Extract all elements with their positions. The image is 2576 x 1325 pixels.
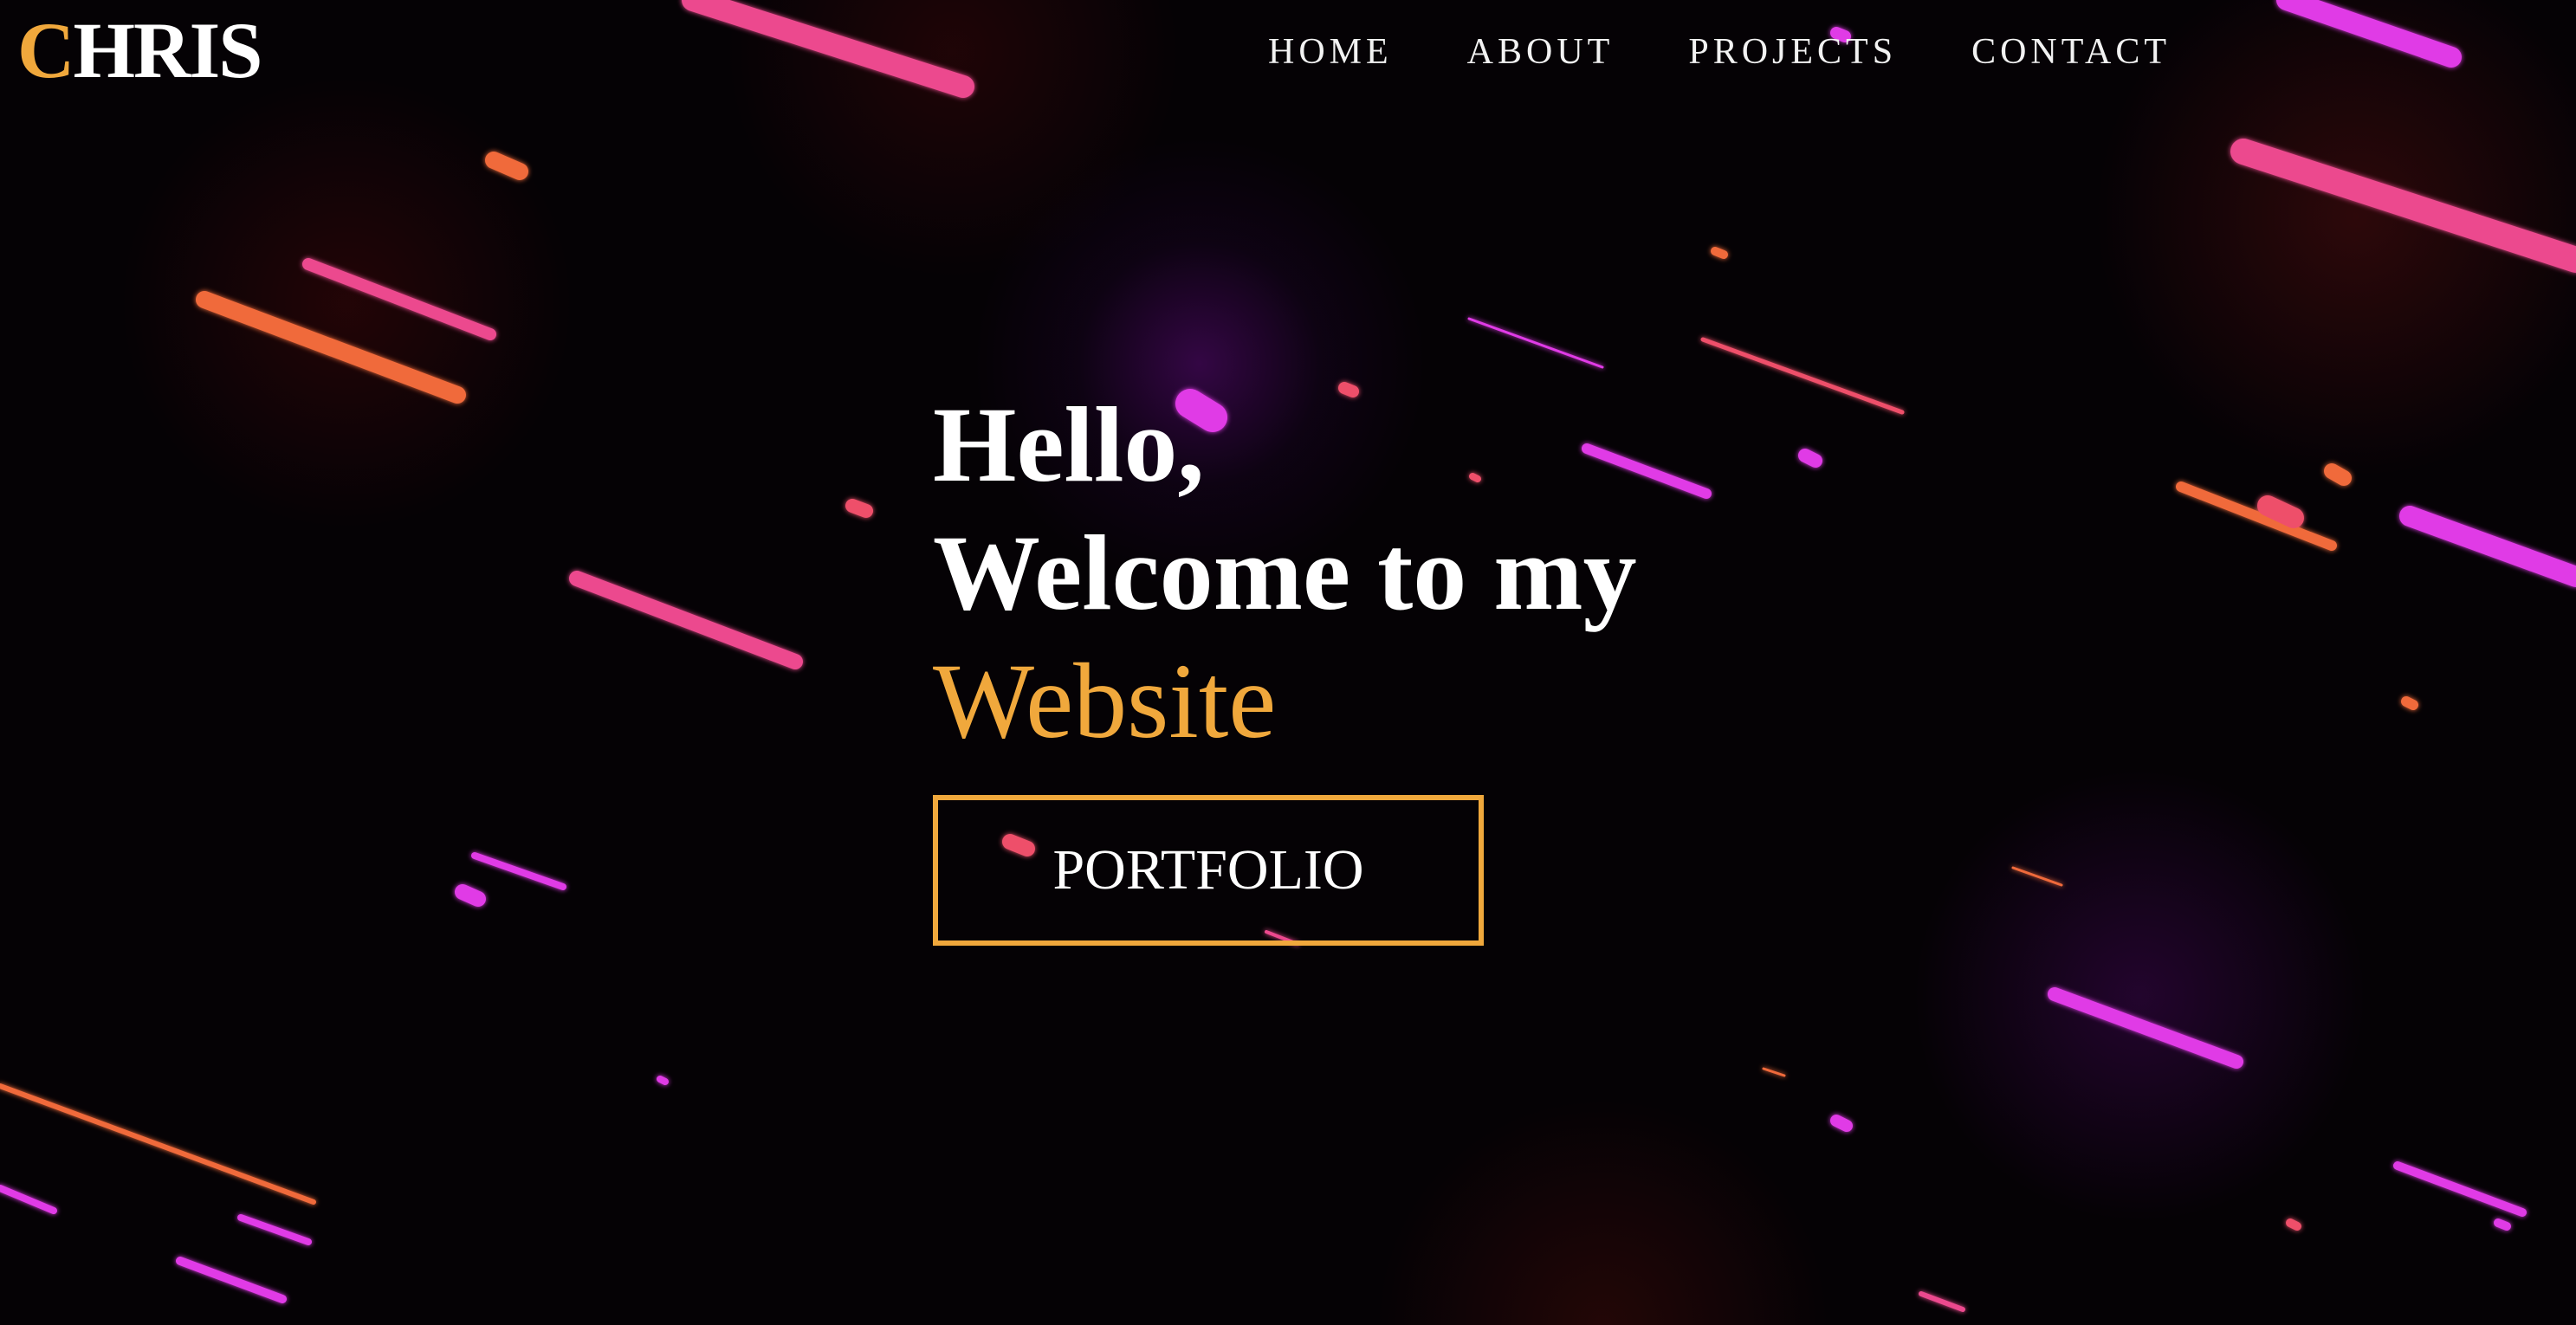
streak — [2011, 866, 2063, 887]
streak — [0, 1083, 316, 1205]
hero-line-2: Welcome to my — [933, 514, 1637, 632]
streak — [1711, 247, 1728, 259]
streak — [2286, 1218, 2301, 1231]
streak — [1467, 317, 1604, 369]
nav-contact[interactable]: CONTACT — [1971, 29, 2171, 74]
logo-rest: HRIS — [73, 6, 262, 94]
streak — [1762, 1067, 1786, 1077]
hero-highlight: Website — [933, 642, 1277, 760]
streak — [657, 1076, 669, 1085]
streak — [2494, 1218, 2511, 1231]
streak — [1798, 449, 1822, 468]
streak — [0, 1185, 57, 1214]
hero-greeting: Hello, Welcome to my — [933, 381, 1637, 637]
streak — [237, 1214, 312, 1245]
streak — [2393, 1161, 2527, 1217]
streak — [845, 499, 873, 518]
nav-about[interactable]: ABOUT — [1467, 29, 1615, 74]
hero-background: CHRIS HOME ABOUT PROJECTS CONTACT Hello,… — [0, 0, 2576, 1325]
hero-line-1: Hello, — [933, 385, 1205, 504]
streak — [302, 258, 496, 340]
nav-projects[interactable]: PROJECTS — [1688, 29, 1897, 74]
streak — [2176, 482, 2337, 551]
hero-heading: Hello, Welcome to my Website — [933, 381, 1637, 766]
streak — [2048, 987, 2243, 1069]
streak — [2257, 495, 2304, 528]
streak — [485, 152, 528, 180]
site-logo[interactable]: CHRIS — [17, 6, 262, 94]
nav-home[interactable]: HOME — [1268, 29, 1393, 74]
streak — [2230, 139, 2576, 273]
streak — [471, 852, 566, 890]
streak — [2324, 463, 2352, 486]
streak — [2401, 696, 2418, 710]
streak — [1919, 1291, 1965, 1312]
streak — [1700, 337, 1905, 415]
logo-initial: C — [17, 6, 74, 94]
streak — [1830, 1115, 1853, 1132]
streak — [682, 0, 974, 98]
streak — [455, 884, 486, 907]
portfolio-button[interactable]: PORTFOLIO — [933, 795, 1484, 946]
streak — [176, 1257, 287, 1303]
streak — [196, 291, 466, 404]
main-nav: HOME ABOUT PROJECTS CONTACT — [1268, 29, 2171, 74]
streak — [569, 571, 803, 669]
streak — [2399, 506, 2576, 587]
streak — [2276, 0, 2462, 68]
